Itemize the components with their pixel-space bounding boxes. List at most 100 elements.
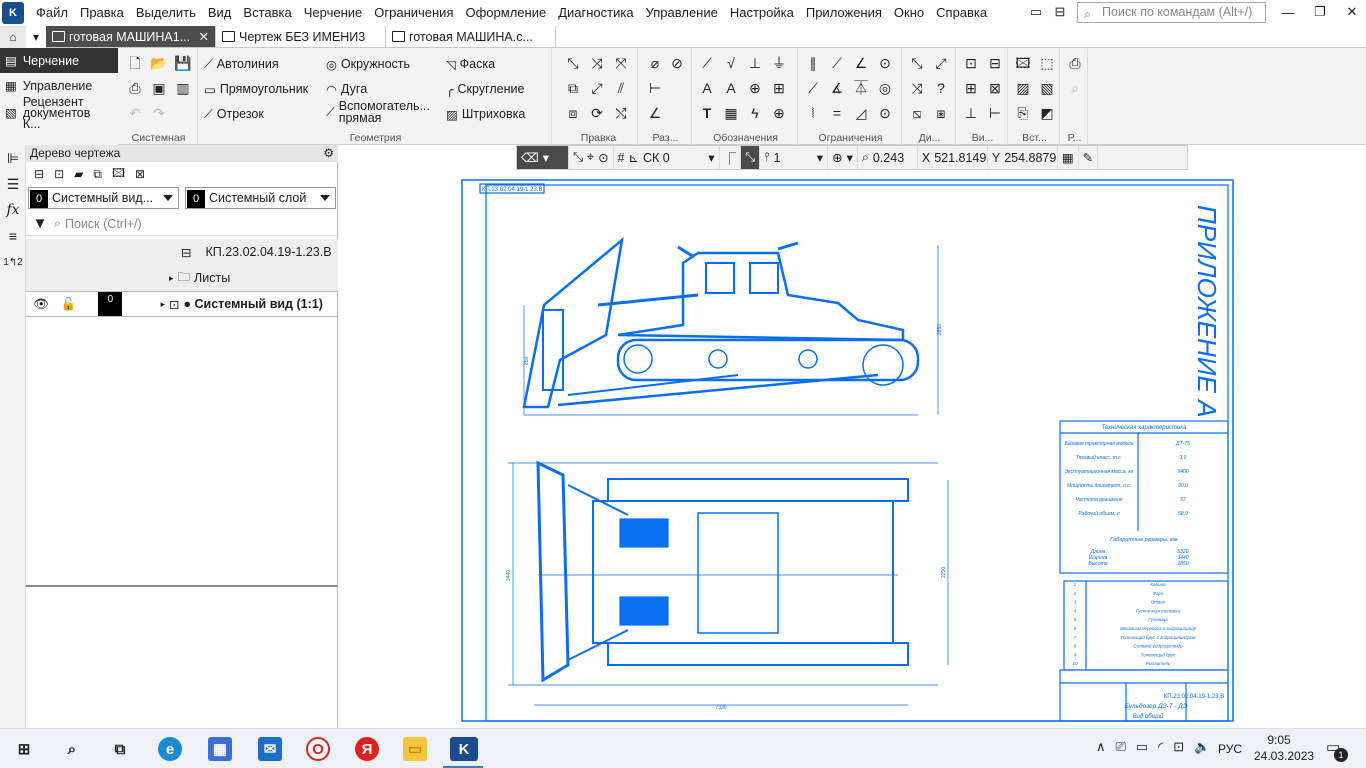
mark-icon[interactable]: ⏚	[770, 54, 788, 72]
insert-image-icon[interactable]: 🖾	[1014, 54, 1032, 72]
equal-icon[interactable]: =	[828, 104, 846, 122]
fix-point-icon[interactable]: ⏄	[852, 79, 870, 97]
menu-help[interactable]: Справка	[930, 0, 993, 26]
tree-item-document[interactable]: ⊟ КП.23.02.04.19-1.23.В	[26, 239, 338, 265]
tree-objects-icon[interactable]: ⧉	[93, 167, 102, 182]
fix-coord-button[interactable]: ▦	[1058, 146, 1079, 169]
opera-icon[interactable]: O	[306, 737, 330, 761]
insert-picture-icon[interactable]: ▨	[1014, 79, 1032, 97]
copy-icon[interactable]: ⧉	[564, 79, 582, 97]
close-tab-icon[interactable]: ✕	[199, 29, 209, 44]
y-coordinate[interactable]: Y 254.8879	[988, 146, 1058, 169]
layer-mode-button[interactable]: ⤡	[741, 146, 761, 169]
cs-select[interactable]: # ⊾ СК 0 ▾	[614, 146, 720, 169]
volume-icon[interactable]: 🔈	[1194, 739, 1210, 755]
explorer-folder-icon[interactable]: ▭	[403, 737, 427, 761]
save-icon[interactable]: 💾	[174, 54, 192, 72]
filter-icon[interactable]: ▼	[26, 215, 54, 232]
leader-icon[interactable]: ⟋	[698, 54, 716, 72]
view-local-icon[interactable]: ⊢	[986, 104, 1004, 122]
roughness-icon[interactable]: √	[722, 54, 740, 72]
command-search-input[interactable]: ⌕ Поиск по командам (Alt+/)	[1077, 2, 1266, 23]
meet-icon[interactable]: ⎚	[1116, 739, 1126, 755]
trim-icon[interactable]: ⤨	[588, 54, 606, 72]
circle-button[interactable]: ◎ Окружность	[326, 52, 410, 76]
menu-insert[interactable]: Вставка	[237, 0, 297, 26]
tree-layer-icon[interactable]: ▰	[74, 167, 83, 181]
offset-icon[interactable]: ⧈	[564, 104, 582, 122]
dim-check-icon[interactable]: ⧅	[908, 104, 926, 122]
task-view-icon[interactable]: ⧉	[108, 737, 132, 761]
view-select[interactable]: 0 Системный вид...	[28, 187, 179, 209]
text-icon[interactable]: T	[698, 104, 716, 122]
menu-view[interactable]: Вид	[202, 0, 238, 26]
language-indicator[interactable]: РУС	[1218, 742, 1242, 756]
horizontal-icon[interactable]: ⟋	[804, 79, 822, 97]
copy-props-icon[interactable]: ▣	[150, 79, 168, 97]
close-button[interactable]: ✕	[1340, 2, 1364, 22]
view-icon[interactable]: ⊡	[962, 54, 980, 72]
mode-reviewer[interactable]: ▧ Рецензент документов К...	[0, 95, 118, 130]
menu-settings[interactable]: Настройка	[724, 0, 800, 26]
fix-angle-icon[interactable]: ∡	[828, 79, 846, 97]
print-icon[interactable]: ⎙	[126, 79, 144, 97]
report-zoom-icon[interactable]: ⌕	[1066, 79, 1084, 97]
layer-select[interactable]: ⫯ 1 ▾	[760, 146, 829, 169]
expand-arrow-icon[interactable]: ▸	[169, 273, 174, 284]
menu-apps[interactable]: Приложения	[800, 0, 888, 26]
point-on-icon[interactable]: ⊙	[876, 104, 894, 122]
windows-start-icon[interactable]: ⊞	[12, 737, 36, 761]
angle-icon[interactable]: ∠	[852, 54, 870, 72]
view-break-icon[interactable]: ⊥	[962, 104, 980, 122]
break-icon[interactable]: ⌀	[646, 54, 664, 72]
dim-param-icon[interactable]: ⤡	[908, 54, 926, 72]
report-icon[interactable]: ⎙	[1066, 54, 1084, 72]
segment-button[interactable]: ⟋ Отрезок	[204, 102, 264, 126]
hatch-button[interactable]: ▨ Штриховка	[446, 102, 525, 126]
tree-filter-icon[interactable]: ⊟	[34, 167, 44, 181]
scale-icon[interactable]: ⤢	[588, 79, 606, 97]
network-icon[interactable]: ⊡	[1173, 739, 1184, 755]
snap-mode-button[interactable]: ⌫ ▾	[517, 146, 569, 169]
menu-format[interactable]: Оформление	[460, 0, 553, 26]
insert-attr-icon[interactable]: ◩	[1038, 104, 1056, 122]
menu-window[interactable]: Окно	[888, 0, 930, 26]
redo-icon[interactable]: ↷	[150, 104, 168, 122]
undo-icon[interactable]: ↶	[126, 104, 144, 122]
lock-icon[interactable]: 🔓	[61, 297, 77, 312]
extend-icon[interactable]: ⤧	[612, 54, 630, 72]
rotate-icon[interactable]: ⟳	[588, 104, 606, 122]
kompas-taskbar-icon[interactable]: K	[450, 737, 478, 761]
menu-diagnostics[interactable]: Диагностика	[552, 0, 639, 26]
view-detail-icon[interactable]: ⊞	[962, 79, 980, 97]
ortho-icon[interactable]: ⤡	[573, 150, 583, 165]
store-icon[interactable]: ▦	[208, 737, 232, 761]
dim-var-icon[interactable]: ⤨	[908, 79, 926, 97]
zoom-input[interactable]: ⌕ 0.243	[858, 146, 918, 169]
tree-search-input[interactable]: ▼ ⌕ Поиск (Ctrl+/)	[26, 212, 338, 236]
grid-icon[interactable]: #	[618, 151, 625, 165]
insert-fragment-icon[interactable]: ⬚	[1038, 54, 1056, 72]
menu-select[interactable]: Выделить	[130, 0, 202, 26]
symmetric-icon[interactable]: ⦚	[804, 104, 822, 122]
battery-icon[interactable]: ▭	[1136, 739, 1148, 755]
window-layout-icon[interactable]: ▭	[1024, 2, 1048, 22]
tree-sort-icon[interactable]: ⊡	[54, 167, 64, 181]
move-icon[interactable]: ⤡	[564, 54, 582, 72]
eyedropper-button[interactable]: ✎	[1079, 146, 1099, 169]
home-button[interactable]: ⌂	[0, 26, 26, 48]
tabs-menu-button[interactable]: ▾	[26, 26, 46, 48]
flash-icon[interactable]: ϟ	[746, 104, 764, 122]
menu-manage[interactable]: Управление	[640, 0, 724, 26]
edge-browser-icon[interactable]: e	[158, 737, 182, 761]
paste-icon[interactable]: ▥	[174, 79, 192, 97]
tree-icon[interactable]: ⊫	[0, 145, 26, 171]
drawing-canvas[interactable]: ПРИЛОЖЕНИЕ А КП.23.02.04.19-1.23.В Техни…	[338, 145, 1366, 728]
text-a-icon[interactable]: A	[698, 79, 716, 97]
autoline-button[interactable]: ⟋ Автолиния	[204, 52, 279, 76]
dim-help-icon[interactable]: ?	[932, 79, 950, 97]
position-icon[interactable]: ⊕	[746, 79, 764, 97]
collinear-icon[interactable]: ⟋	[828, 54, 846, 72]
text-leader-icon[interactable]: A	[722, 79, 740, 97]
menu-constraints[interactable]: Ограничения	[368, 0, 459, 26]
